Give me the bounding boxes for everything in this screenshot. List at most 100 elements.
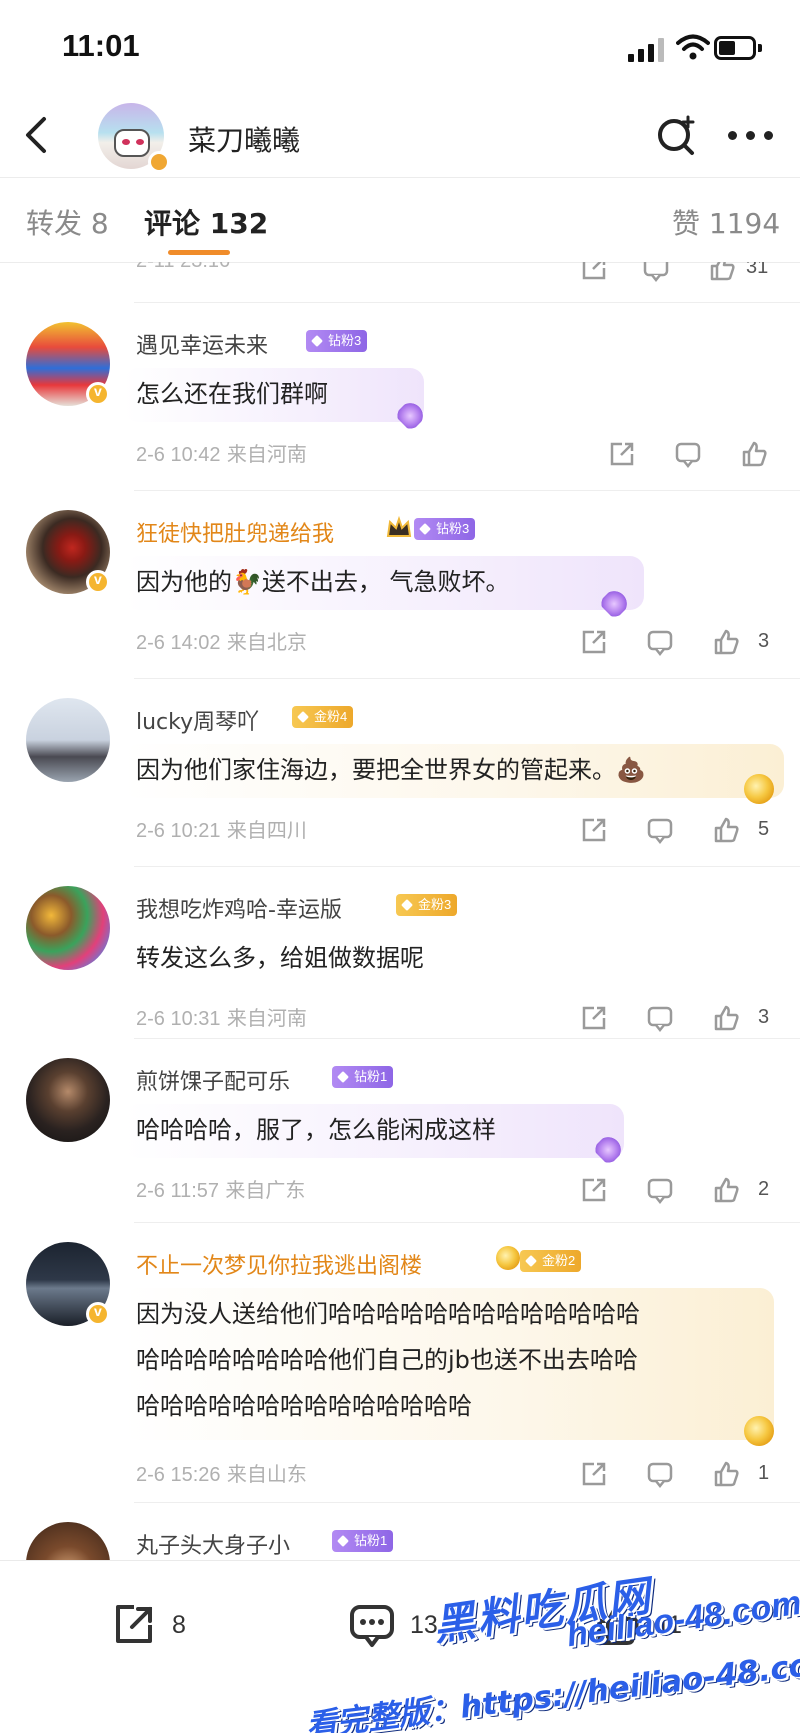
share-icon[interactable]: [580, 628, 608, 656]
reply-icon[interactable]: [646, 816, 674, 844]
like-count: 2: [758, 1178, 770, 1200]
like-icon[interactable]: [712, 628, 740, 656]
status-bar: 11:01: [0, 0, 800, 95]
fan-badge: 金粉3: [396, 894, 458, 916]
like-count: 5: [758, 818, 770, 840]
list-item: 煎饼馃子配可乐 钻粉1 哈哈哈哈，服了，怎么能闲成这样 2-6 11:57 来自…: [0, 1046, 800, 1204]
row-divider: [134, 1038, 800, 1039]
like-count: 31: [746, 262, 769, 278]
like-count: 1: [758, 1462, 770, 1484]
emoji-icon: [496, 1246, 520, 1270]
comment-text: 哈哈哈哈，服了，怎么能闲成这样: [136, 1116, 496, 1144]
comment-username[interactable]: lucky周琴吖: [136, 704, 259, 736]
comment-username[interactable]: 煎饼馃子配可乐: [136, 1064, 290, 1096]
user-avatar[interactable]: [26, 698, 110, 782]
share-icon[interactable]: [580, 1004, 608, 1032]
like-count: 3: [758, 630, 770, 652]
comment-username[interactable]: 遇见幸运未来: [136, 328, 268, 360]
comment-list[interactable]: 2-11 23:16 31 遇见幸运未来 钻粉3 怎么还在我们群啊 2-6 10…: [0, 262, 800, 1560]
user-avatar[interactable]: [26, 886, 110, 970]
comment-text: 因为他们家住海边，要把全世界女的管起来。💩: [136, 756, 646, 784]
share-icon[interactable]: [580, 816, 608, 844]
reply-icon[interactable]: [646, 1176, 674, 1204]
list-item: lucky周琴吖 金粉4 因为他们家住海边，要把全世界女的管起来。💩 2-6 1…: [0, 686, 800, 844]
reply-icon[interactable]: [646, 1004, 674, 1032]
comment-meta: 2-6 14:02 来自北京: [136, 630, 307, 654]
comment-text: 因为他的🐓送不出去， 气急败坏。: [136, 568, 510, 596]
row-divider: [134, 1502, 800, 1503]
list-item: 2-11 23:16 31: [0, 262, 800, 302]
like-icon[interactable]: [712, 1004, 740, 1032]
like-icon[interactable]: [708, 262, 736, 282]
comment-text: 怎么还在我们群啊: [136, 380, 328, 408]
comment-username[interactable]: 丸子头大身子小: [136, 1528, 290, 1560]
comment-meta: 2-6 10:21 来自四川: [136, 818, 307, 842]
reply-icon[interactable]: [646, 1460, 674, 1488]
battery-icon: [714, 36, 762, 60]
row-divider: [134, 302, 800, 303]
verified-badge-icon: [86, 570, 110, 594]
comment-text-line: 因为没人送给他们哈哈哈哈哈哈哈哈哈哈哈哈哈: [136, 1300, 640, 1328]
share-icon[interactable]: [580, 262, 608, 282]
fan-badge: 钻粉3: [306, 330, 368, 352]
reply-icon[interactable]: [674, 440, 702, 468]
like-icon[interactable]: [740, 440, 768, 468]
list-item: 遇见幸运未来 钻粉3 怎么还在我们群啊 2-6 10:42 来自河南: [0, 310, 800, 468]
comment-meta: 2-6 10:42 来自河南: [136, 442, 307, 466]
verified-badge-icon: [148, 151, 170, 173]
fan-badge: 金粉2: [520, 1250, 582, 1272]
comment-meta: 2-6 15:26 来自山东: [136, 1462, 307, 1486]
reply-icon[interactable]: [646, 628, 674, 656]
comment-username[interactable]: 不止一次梦见你拉我逃出阁楼: [136, 1248, 422, 1280]
comment-icon: [350, 1605, 394, 1647]
row-divider: [134, 678, 800, 679]
like-icon[interactable]: [712, 816, 740, 844]
repost-count: 8: [172, 1611, 186, 1639]
more-options-icon[interactable]: [728, 131, 774, 141]
row-divider: [134, 490, 800, 491]
list-item: 狂徒快把肚兜递给我 钻粉3 因为他的🐓送不出去， 气急败坏。 2-6 14:02…: [0, 498, 800, 656]
like-icon[interactable]: [712, 1176, 740, 1204]
verified-badge-icon: [86, 382, 110, 406]
signal-icon: [628, 38, 668, 62]
nav-header: 菜刀曦曦: [0, 95, 800, 177]
list-item: 我想吃炸鸡哈-幸运版 金粉3 转发这么多，给姐做数据呢 2-6 10:31 来自…: [0, 874, 800, 1032]
crown-icon: [386, 516, 412, 537]
list-item: 丸子头大身子小 钻粉1: [0, 1510, 800, 1560]
tab-comments[interactable]: 评论 132: [144, 202, 268, 242]
share-icon[interactable]: [580, 1460, 608, 1488]
like-count: 3: [758, 1006, 770, 1028]
row-divider: [134, 1222, 800, 1223]
comment-meta: 2-6 10:31 来自河南: [136, 1006, 307, 1030]
coin-icon: [744, 774, 774, 804]
author-name[interactable]: 菜刀曦曦: [188, 119, 300, 159]
fan-badge: 金粉4: [292, 706, 354, 728]
tab-bar: 转发 8 评论 132 赞 1194: [0, 178, 800, 262]
tab-reposts[interactable]: 转发 8: [26, 202, 109, 242]
fan-badge: 钻粉3: [414, 518, 476, 540]
comment-timestamp: 2-11 23:16: [136, 262, 230, 273]
like-icon[interactable]: [712, 1460, 740, 1488]
repost-button[interactable]: 8: [110, 1601, 230, 1651]
comment-username[interactable]: 狂徒快把肚兜递给我: [136, 516, 334, 548]
status-time: 11:01: [62, 28, 140, 63]
share-icon[interactable]: [580, 1176, 608, 1204]
repost-icon: [116, 1605, 152, 1643]
verified-badge-icon: [86, 1302, 110, 1326]
comment-meta: 2-6 11:57 来自广东: [136, 1178, 306, 1202]
comment-text-line: 哈哈哈哈哈哈哈哈他们自己的jb也送不出去哈哈: [136, 1346, 638, 1374]
share-icon[interactable]: [608, 440, 636, 468]
reply-icon[interactable]: [642, 262, 670, 282]
comment-username[interactable]: 我想吃炸鸡哈-幸运版: [136, 892, 342, 924]
fan-badge: 钻粉1: [332, 1530, 394, 1552]
coin-icon: [744, 1416, 774, 1446]
back-arrow-icon[interactable]: [20, 115, 56, 155]
active-tab-indicator: [168, 250, 230, 255]
search-icon[interactable]: [655, 113, 699, 157]
list-item: 不止一次梦见你拉我逃出阁楼 金粉2 因为没人送给他们哈哈哈哈哈哈哈哈哈哈哈哈哈 …: [0, 1230, 800, 1488]
user-avatar[interactable]: [26, 1058, 110, 1142]
comment-text-line: 哈哈哈哈哈哈哈哈哈哈哈哈哈哈: [136, 1392, 472, 1420]
user-avatar[interactable]: [26, 1522, 110, 1560]
comment-text: 转发这么多，给姐做数据呢: [136, 944, 424, 972]
tab-likes[interactable]: 赞 1194: [672, 202, 780, 242]
